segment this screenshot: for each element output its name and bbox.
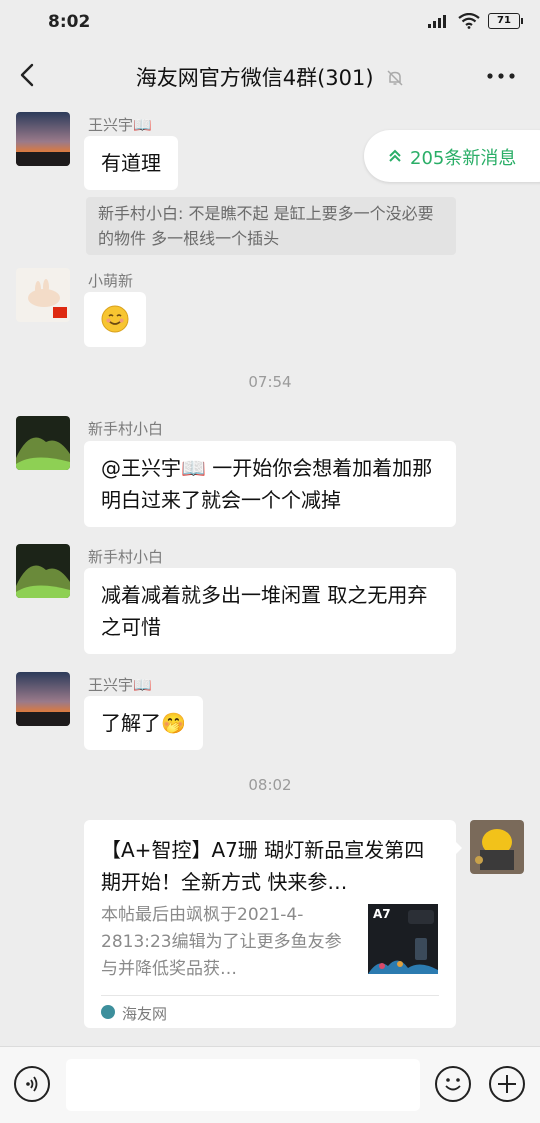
avatar-wangxingyu[interactable] [16, 672, 70, 726]
double-chevron-up-icon [389, 149, 401, 162]
link-card[interactable]: 【A+智控】A7珊 瑚灯新品宣发第四期开始！全新方式 快来参… 本帖最后由飒枫于… [84, 820, 462, 1028]
sender-name: 王兴宇📖 [88, 676, 152, 694]
message-bubble[interactable]: 了解了🤭 [84, 696, 203, 750]
yellow-hat-avatar-icon [470, 820, 524, 874]
quoted-message[interactable]: 新手村小白: 不是瞧不起 是缸上要多一个没必要的物件 多一根线一个插头 [86, 197, 456, 255]
plus-icon [498, 1075, 516, 1093]
battery-icon: 71 [488, 13, 523, 29]
mute-bell-icon [387, 70, 403, 86]
sunset-avatar-icon [16, 672, 70, 726]
card-title: 【A+智控】A7珊 瑚灯新品宣发第四期开始！全新方式 快来参… [101, 838, 425, 894]
sender-name: 王兴宇📖 [88, 116, 152, 134]
input-bar [0, 1046, 540, 1123]
timestamp: 07:54 [248, 373, 292, 391]
sender-name: 小萌新 [88, 272, 134, 290]
sunset-avatar-icon [16, 112, 70, 166]
timestamp: 08:02 [248, 776, 292, 794]
card-source: 海友网 [122, 1005, 168, 1023]
card-thumbnail: A7 [368, 904, 438, 974]
avatar-wangxingyu[interactable] [16, 112, 70, 166]
more-functions-button[interactable] [489, 1066, 525, 1102]
new-messages-button[interactable]: 205条新消息 [364, 130, 540, 182]
avatar-xinshoucun[interactable] [16, 544, 70, 598]
avatar-self[interactable] [470, 820, 524, 874]
avatar-xiaomengxin[interactable] [16, 268, 70, 322]
aquarium-avatar-icon [16, 416, 70, 470]
signal-icon [428, 15, 446, 28]
coral-light-product-icon [368, 910, 438, 974]
message-bubble[interactable] [84, 292, 146, 347]
bubble-tail-icon [454, 840, 462, 856]
more-options-icon[interactable] [484, 62, 518, 90]
smile-emoji-icon [101, 305, 129, 333]
message-input[interactable] [66, 1059, 420, 1111]
chat-title: 海友网官方微信4群(301) [0, 62, 540, 92]
card-description: 本帖最后由飒枫于2021-4-2813:23编辑为了让更多鱼友参与并降低奖品获… [101, 905, 342, 979]
voice-button[interactable] [14, 1066, 50, 1102]
wifi-icon [458, 13, 480, 29]
sender-name: 新手村小白 [88, 548, 164, 566]
message-bubble[interactable]: 减着减着就多出一堆闲置 取之无用弃之可惜 [84, 568, 456, 654]
chat-header: 海友网官方微信4群(301) [0, 44, 540, 108]
aquarium-avatar-icon [16, 544, 70, 598]
voice-icon [26, 1076, 38, 1092]
new-messages-label: 205条新消息 [410, 148, 517, 169]
rabbit-avatar-icon [28, 279, 67, 318]
message-bubble[interactable]: @王兴宇📖 一开始你会想着加着加那 明白过来了就会一个个减掉 [84, 441, 456, 527]
avatar-xinshoucun[interactable] [16, 416, 70, 470]
message-bubble[interactable]: 有道理 [84, 136, 178, 190]
status-time: 8:02 [48, 12, 91, 32]
status-bar: 8:02 71 [0, 0, 540, 44]
smiley-icon [445, 1078, 461, 1091]
sender-name: 新手村小白 [88, 420, 164, 438]
emoji-button[interactable] [435, 1066, 471, 1102]
source-logo-icon [101, 1005, 115, 1019]
